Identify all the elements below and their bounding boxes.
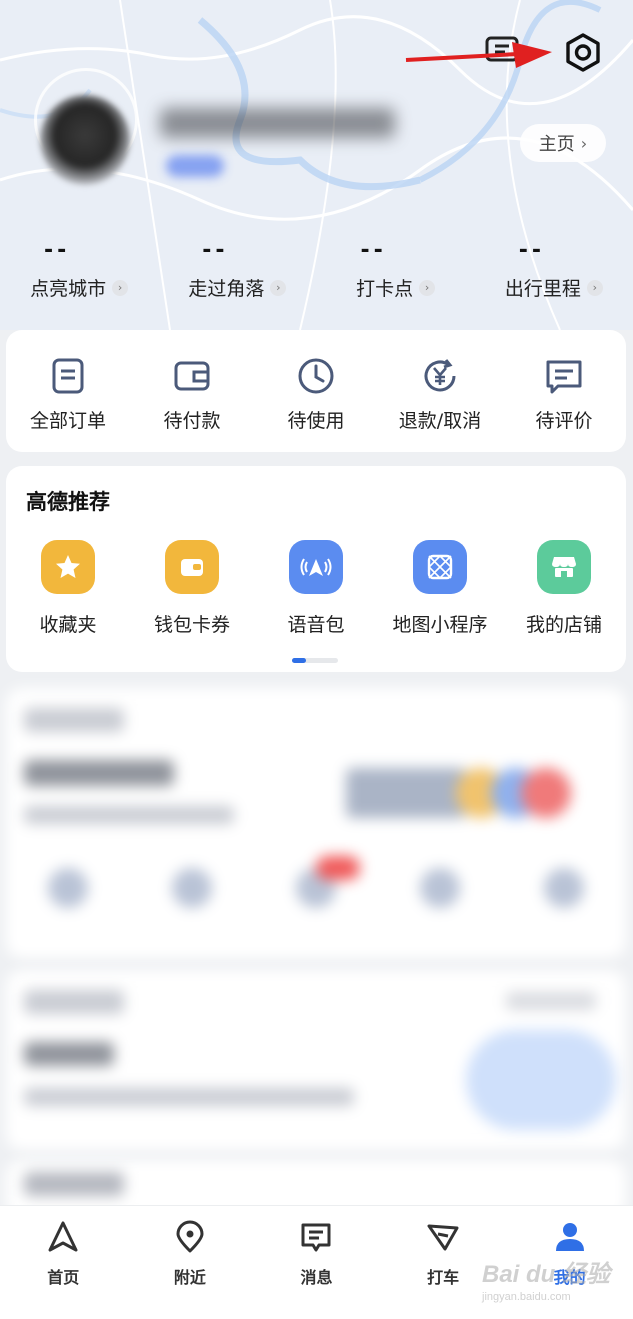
refund-icon [424,359,456,392]
rec-label: 钱包卡券 [153,614,230,636]
rec-favorites[interactable]: 收藏夹 [6,540,130,637]
comment-icon [546,360,582,394]
stat-checkins[interactable]: -- 打卡点 › [317,238,475,301]
rec-mini-program[interactable]: 地图小程序 [378,540,502,637]
stat-value: -- [518,238,546,263]
wallet-icon [174,361,210,391]
nav-label: 附近 [173,1268,206,1287]
stat-value: -- [202,238,229,263]
stat-label: 打卡点 [356,278,414,300]
order-label: 待评价 [535,410,593,432]
taxi-icon [427,1224,459,1251]
annotation-arrow [400,38,560,78]
carousel-pager [292,658,338,663]
star-icon [41,540,95,594]
stat-label: 出行里程 [504,278,581,300]
order-label: 全部订单 [29,410,106,432]
stat-lit-cities[interactable]: -- 点亮城市 › [0,238,158,301]
blurred-section [6,970,626,1150]
orders-card: 全部订单 待付款 待使用 退款/取消 待评价 [6,330,626,452]
rec-label: 收藏夹 [39,614,97,636]
nav-label: 打车 [427,1268,460,1287]
order-refund[interactable]: 退款/取消 [378,330,502,452]
gear-icon[interactable] [560,30,606,76]
chevron-right-icon: › [419,279,436,296]
rec-voice-pack[interactable]: 语音包 [254,540,378,637]
user-name [160,108,395,138]
clock-icon [298,358,334,394]
stat-label: 走过角落 [188,278,265,300]
chevron-right-icon: › [586,279,603,296]
home-page-label: 主页 [538,134,575,155]
rec-wallet[interactable]: 钱包卡券 [130,540,254,637]
recommend-card: 高德推荐 收藏夹 钱包卡券 语音包 地图小程序 我的店铺 [6,466,626,672]
stat-corners[interactable]: -- 走过角落 › [158,238,316,301]
rec-label: 我的店铺 [525,614,602,636]
order-all[interactable]: 全部订单 [6,330,130,452]
order-label: 待付款 [163,410,221,432]
blurred-section [6,688,626,958]
stat-value: -- [360,238,387,263]
store-icon [537,540,591,594]
chevron-right-icon: › [112,279,129,296]
nav-label: 首页 [47,1268,80,1287]
chevron-right-icon: › [270,279,287,296]
stat-value: -- [44,238,71,263]
rec-label: 地图小程序 [392,614,488,636]
avatar[interactable] [40,95,130,185]
home-page-button[interactable]: 主页 › [520,124,606,162]
stat-label: 点亮城市 [30,278,107,300]
order-list-icon [52,358,84,394]
nav-home[interactable]: 首页 [0,1206,127,1319]
rec-label: 语音包 [287,614,345,636]
watermark-logo: Bai du 经验 [482,1261,611,1288]
location-pin-icon [176,1220,204,1253]
message-icon [301,1223,331,1252]
nav-messages[interactable]: 消息 [253,1206,380,1319]
rec-my-store[interactable]: 我的店铺 [502,540,626,637]
navigation-arrow-icon [48,1221,78,1252]
order-pending-payment[interactable]: 待付款 [130,330,254,452]
order-pending-review[interactable]: 待评价 [502,330,626,452]
wallet-card-icon [165,540,219,594]
recommend-title: 高德推荐 [26,490,110,514]
nav-label: 消息 [300,1268,333,1287]
voice-icon [289,540,343,594]
watermark-url: jingyan.baidu.com [482,1291,571,1303]
stat-mileage[interactable]: -- 出行里程 › [475,238,633,301]
user-level-badge [166,155,224,177]
watermark: Bai du 经验 jingyan.baidu.com [482,1254,612,1310]
order-pending-use[interactable]: 待使用 [254,330,378,452]
order-label: 退款/取消 [398,410,482,432]
order-label: 待使用 [287,410,345,432]
mini-program-icon [413,540,467,594]
profile-stats: -- 点亮城市 › -- 走过角落 › -- 打卡点 › -- 出行里程 › [0,238,633,301]
nav-nearby[interactable]: 附近 [127,1206,254,1319]
user-icon [555,1223,584,1251]
chevron-right-icon: › [580,133,588,153]
